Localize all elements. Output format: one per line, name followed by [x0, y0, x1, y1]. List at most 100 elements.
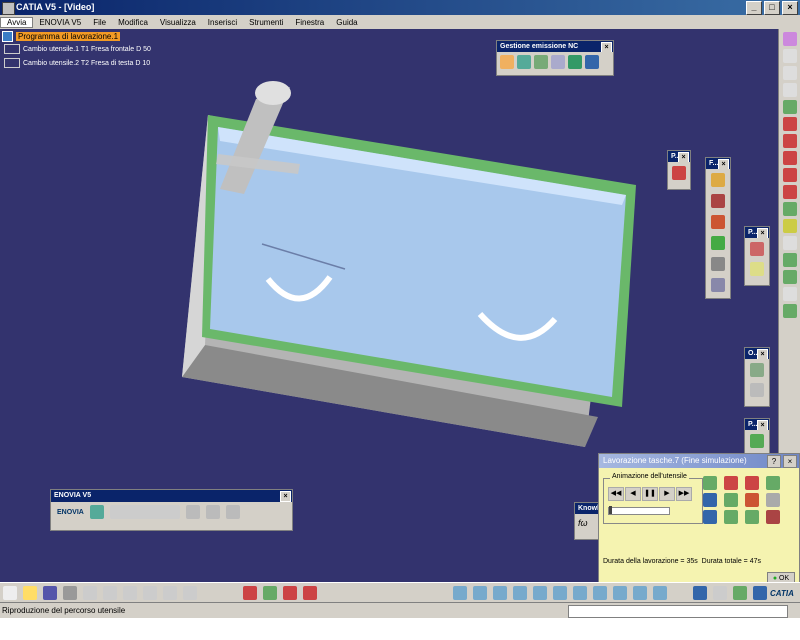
tree-root-label[interactable]: Programma di lavorazione.1: [16, 32, 121, 41]
tool-icon-2[interactable]: [783, 66, 797, 80]
close-button[interactable]: ×: [783, 455, 797, 468]
catia-app-icon[interactable]: [2, 2, 15, 15]
sim-option-icon[interactable]: [703, 476, 717, 490]
sim-option-icon[interactable]: [745, 493, 759, 507]
enovia-refresh-icon[interactable]: [205, 505, 220, 519]
pan-icon[interactable]: [493, 586, 507, 600]
undo-icon[interactable]: [143, 586, 157, 600]
views-icon[interactable]: [593, 586, 607, 600]
rewind-button[interactable]: ◀◀: [608, 487, 624, 501]
tree-node-label[interactable]: Cambio utensile.2 T2 Fresa di testa D 10: [23, 60, 150, 67]
new-icon[interactable]: [3, 586, 17, 600]
maximize-button[interactable]: □: [764, 1, 780, 15]
menu-enovia[interactable]: ENOVIA V5: [33, 18, 87, 27]
output-icon-1[interactable]: [750, 363, 764, 377]
swap-visible-icon[interactable]: [653, 586, 667, 600]
menu-guida[interactable]: Guida: [330, 18, 363, 27]
workbench-icon[interactable]: [783, 32, 797, 46]
tool-icon-13[interactable]: [783, 253, 797, 267]
tool-icon-1[interactable]: [783, 49, 797, 63]
nc-mfg-icon[interactable]: [534, 55, 548, 69]
mfg-view-icon-2[interactable]: [753, 586, 767, 600]
sim-option-icon[interactable]: [766, 476, 780, 490]
close-icon[interactable]: ×: [757, 228, 768, 238]
mfg-icon-4[interactable]: [303, 586, 317, 600]
menu-modifica[interactable]: Modifica: [112, 18, 154, 27]
sim-option-icon[interactable]: [703, 510, 717, 524]
tool-icon-16[interactable]: [783, 304, 797, 318]
operation-icon[interactable]: [672, 166, 686, 180]
menu-strumenti[interactable]: Strumenti: [243, 18, 289, 27]
paste-icon[interactable]: [123, 586, 137, 600]
nc-save-icon[interactable]: [585, 55, 599, 69]
sim-option-icon[interactable]: [745, 476, 759, 490]
copy-icon[interactable]: [103, 586, 117, 600]
feature-icon-5[interactable]: [711, 257, 725, 271]
nc-output-icon[interactable]: [500, 55, 514, 69]
tool-icon-14[interactable]: [783, 270, 797, 284]
tool-icon-10[interactable]: [783, 202, 797, 216]
nc-batch-icon[interactable]: [517, 55, 531, 69]
pause-button[interactable]: ❚❚: [642, 487, 658, 501]
tool-icon-6[interactable]: [783, 134, 797, 148]
close-icon[interactable]: ×: [757, 349, 768, 359]
sim-option-icon[interactable]: [745, 510, 759, 524]
open-icon[interactable]: [23, 586, 37, 600]
mfg-icon-2[interactable]: [263, 586, 277, 600]
pattern-icon[interactable]: [750, 262, 764, 276]
hide-show-icon[interactable]: [633, 586, 647, 600]
tool-icon-9[interactable]: [783, 185, 797, 199]
menu-file[interactable]: File: [87, 18, 112, 27]
help-button[interactable]: ?: [767, 455, 781, 468]
command-input[interactable]: [568, 605, 788, 618]
menu-finestra[interactable]: Finestra: [289, 18, 330, 27]
rotate-icon[interactable]: [513, 586, 527, 600]
tool-icon-12[interactable]: [783, 236, 797, 250]
redo-icon[interactable]: [163, 586, 177, 600]
sim-option-icon[interactable]: [766, 493, 780, 507]
sim-option-icon[interactable]: [766, 510, 780, 524]
output-icon-2[interactable]: [750, 383, 764, 397]
close-icon[interactable]: ×: [757, 420, 768, 430]
enovia-logo[interactable]: ENOVIA: [57, 509, 84, 516]
minimize-button[interactable]: _: [746, 1, 762, 15]
zoom-in-icon[interactable]: [533, 586, 547, 600]
mfg-view-icon[interactable]: [733, 586, 747, 600]
print-icon[interactable]: [63, 586, 77, 600]
feature-icon-6[interactable]: [711, 278, 725, 292]
mfg-icon-1[interactable]: [243, 586, 257, 600]
tool-icon-8[interactable]: [783, 168, 797, 182]
menu-inserisci[interactable]: Inserisci: [202, 18, 243, 27]
process-icon[interactable]: [750, 434, 764, 448]
fast-forward-button[interactable]: ▶▶: [676, 487, 692, 501]
close-button[interactable]: ×: [782, 1, 798, 15]
measure-icon[interactable]: [693, 586, 707, 600]
slider-thumb[interactable]: [609, 506, 612, 514]
menu-avvia[interactable]: Avvia: [0, 16, 34, 28]
sim-option-icon[interactable]: [703, 493, 717, 507]
save-icon[interactable]: [43, 586, 57, 600]
tree-node[interactable]: Cambio utensile.2 T2 Fresa di testa D 10: [4, 58, 150, 68]
tree-node-label[interactable]: Cambio utensile.1 T1 Fresa frontale D 50: [23, 46, 151, 53]
feature-icon-1[interactable]: [711, 173, 725, 187]
zoom-out-icon[interactable]: [553, 586, 567, 600]
tool-icon-3[interactable]: [783, 83, 797, 97]
step-back-button[interactable]: ◀: [625, 487, 641, 501]
feature-icon-2[interactable]: [711, 194, 725, 208]
play-button[interactable]: ▶: [659, 487, 675, 501]
enovia-open-icon[interactable]: [185, 505, 200, 519]
normal-view-icon[interactable]: [573, 586, 587, 600]
close-icon[interactable]: ×: [280, 491, 291, 502]
tool-icon-15[interactable]: [783, 287, 797, 301]
close-icon[interactable]: ×: [678, 152, 689, 162]
enovia-tools-icon[interactable]: [225, 505, 240, 519]
fly-icon[interactable]: [453, 586, 467, 600]
tree-root[interactable]: Programma di lavorazione.1: [2, 31, 121, 42]
close-icon[interactable]: ×: [601, 42, 612, 52]
tree-node[interactable]: Cambio utensile.1 T1 Fresa frontale D 50: [4, 44, 151, 54]
feature-icon-3[interactable]: [711, 215, 725, 229]
help-icon[interactable]: [183, 586, 197, 600]
feature-icon-4[interactable]: [711, 236, 725, 250]
tool-icon-4[interactable]: [783, 100, 797, 114]
point-icon[interactable]: [750, 242, 764, 256]
